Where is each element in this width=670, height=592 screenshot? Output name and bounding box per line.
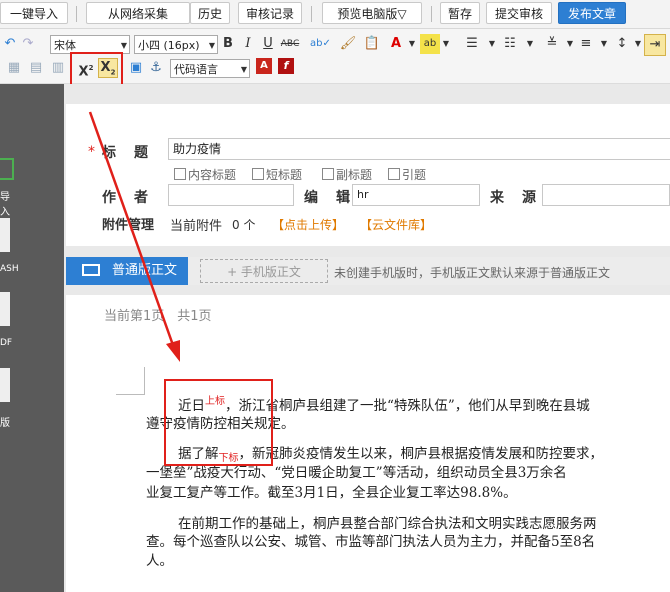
arrow-head-icon xyxy=(166,340,180,362)
arrow-line xyxy=(88,111,176,349)
annotation-arrow xyxy=(88,111,180,362)
